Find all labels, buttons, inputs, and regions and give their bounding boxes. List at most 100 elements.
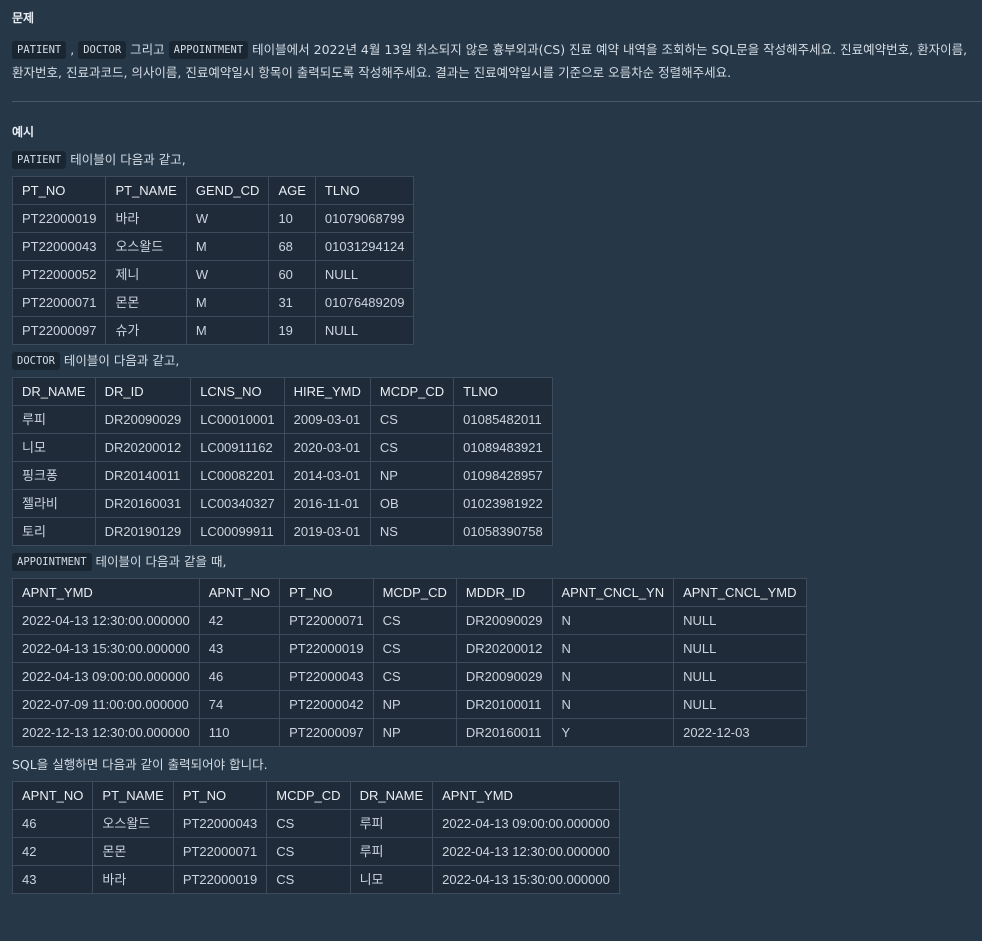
table-row: PT22000097 슈가 M 19 NULL xyxy=(11,316,415,345)
intro-text: 테이블이 다음과 같고, xyxy=(63,353,180,368)
table-header-row: PT_NO PT_NAME GEND_CD AGE TLNO xyxy=(11,176,415,205)
column-header: MDDR_ID xyxy=(455,578,553,607)
table-cell: 10 xyxy=(268,204,316,233)
table-cell: 2022-04-13 09:00:00.000000 xyxy=(432,809,620,838)
table-cell: 2019-03-01 xyxy=(283,517,371,546)
table-cell: CS xyxy=(372,606,457,635)
column-header: GEND_CD xyxy=(185,176,270,205)
code-tag-doctor: DOCTOR xyxy=(78,41,127,59)
table-header-row: APNT_NO PT_NAME PT_NO MCDP_CD DR_NAME APNT_YM… xyxy=(11,781,620,810)
table-cell: 바라 xyxy=(105,204,187,233)
table-cell: 니모 xyxy=(349,865,434,894)
table-cell: 2014-03-01 xyxy=(283,461,371,490)
table-cell: 19 xyxy=(268,316,316,345)
table-row: 니모 DR20200012 LC00911162 2020-03-01 CS 010894… xyxy=(12,433,553,462)
table-cell: PT22000097 xyxy=(279,718,374,747)
column-header: MCDP_CD xyxy=(266,781,351,810)
table-cell: DR20090029 xyxy=(455,606,553,635)
table-cell: DR20140011 xyxy=(94,461,192,490)
table-cell: M xyxy=(185,232,270,261)
table-cell: 바라 xyxy=(92,865,174,894)
column-header: MCDP_CD xyxy=(369,377,455,406)
table-cell: 42 xyxy=(198,606,281,635)
table-cell: 루피 xyxy=(12,405,96,434)
column-header: PT_NAME xyxy=(105,176,187,205)
table-cell: PT22000043 xyxy=(279,662,374,691)
table-cell: M xyxy=(185,288,270,317)
table-cell: LC00911162 xyxy=(190,433,285,462)
doctor-table-intro: DOCTOR 테이블이 다음과 같고, xyxy=(12,349,982,373)
table-header-row: APNT_YMD APNT_NO PT_NO MCDP_CD MDDR_ID APNT_C… xyxy=(12,578,807,607)
table-cell: NS xyxy=(369,517,455,546)
table-cell: 2022-12-13 12:30:00.000000 xyxy=(12,718,200,747)
table-cell: PT22000071 xyxy=(11,288,107,317)
table-cell: 01089483921 xyxy=(453,433,553,462)
table-cell: 2022-04-13 15:30:00.000000 xyxy=(432,865,620,894)
table-cell: LC00082201 xyxy=(190,461,285,490)
problem-description: PATIENT , DOCTOR 그리고 APPOINTMENT 테이블에서 2… xyxy=(12,38,982,84)
table-cell: 01098428957 xyxy=(453,461,553,490)
doctor-table: DR_NAME DR_ID LCNS_NO HIRE_YMD MCDP_CD TLNO 루피… xyxy=(12,377,553,546)
table-cell: 2009-03-01 xyxy=(283,405,371,434)
table-cell: M xyxy=(185,316,270,345)
problem-text-line-1: 테이블에서 2022년 4월 13일 취소되지 않은 흉부외과(CS) 진료 예… xyxy=(252,42,968,57)
column-header: HIRE_YMD xyxy=(283,377,371,406)
table-row: 2022-04-13 15:30:00.000000 43 PT22000019 CS… xyxy=(12,634,807,663)
code-tag-patient: PATIENT xyxy=(12,151,67,169)
table-cell: CS xyxy=(372,662,457,691)
table-cell: NULL xyxy=(314,316,415,345)
problem-line-1: PATIENT , DOCTOR 그리고 APPOINTMENT 테이블에서 2… xyxy=(12,38,982,61)
table-cell: 2022-04-13 12:30:00.000000 xyxy=(432,837,620,866)
table-cell: 01076489209 xyxy=(314,288,415,317)
table-cell: CS xyxy=(372,634,457,663)
result-table: APNT_NO PT_NAME PT_NO MCDP_CD DR_NAME APNT_YM… xyxy=(11,781,620,894)
column-header: MCDP_CD xyxy=(372,578,457,607)
table-cell: 43 xyxy=(11,865,94,894)
table-cell: LC00010001 xyxy=(190,405,285,434)
table-cell: N xyxy=(551,606,675,635)
column-header: APNT_NO xyxy=(11,781,94,810)
table-cell: PT22000071 xyxy=(172,837,268,866)
column-header: APNT_YMD xyxy=(432,781,620,810)
table-cell: 42 xyxy=(11,837,94,866)
table-cell: NULL xyxy=(673,690,807,719)
table-cell: 오스왈드 xyxy=(92,809,174,838)
table-cell: 46 xyxy=(11,809,94,838)
table-cell: NULL xyxy=(673,606,807,635)
column-header: PT_NAME xyxy=(92,781,174,810)
table-cell: DR20090029 xyxy=(94,405,192,434)
table-header-row: DR_NAME DR_ID LCNS_NO HIRE_YMD MCDP_CD TLNO xyxy=(12,377,553,406)
table-row: 젤라비 DR20160031 LC00340327 2016-11-01 OB 01023… xyxy=(12,489,553,518)
conjunction-text: 그리고 xyxy=(130,42,165,57)
table-cell: OB xyxy=(369,489,455,518)
table-cell: 핑크퐁 xyxy=(12,461,96,490)
patient-table-intro: PATIENT 테이블이 다음과 같고, xyxy=(12,148,982,172)
column-header: PT_NO xyxy=(279,578,374,607)
table-cell: 몬몬 xyxy=(105,288,187,317)
table-cell: PT22000043 xyxy=(11,232,107,261)
problem-page: 문제 PATIENT , DOCTOR 그리고 APPOINTMENT 테이블에… xyxy=(0,0,982,894)
table-cell: 오스왈드 xyxy=(105,232,187,261)
column-header: PT_NO xyxy=(172,781,268,810)
table-cell: 46 xyxy=(198,662,281,691)
column-header: LCNS_NO xyxy=(190,377,285,406)
table-cell: 몬몬 xyxy=(92,837,174,866)
separator-comma: , xyxy=(70,42,75,57)
problem-line-2: 환자번호, 진료과코드, 의사이름, 진료예약일시 항목이 출력되도록 작성해주… xyxy=(12,65,732,80)
table-cell: 01023981922 xyxy=(453,489,553,518)
code-tag-patient: PATIENT xyxy=(12,41,67,59)
table-cell: CS xyxy=(369,433,455,462)
table-row: PT22000019 바라 W 10 01079068799 xyxy=(11,204,415,233)
table-cell: PT22000097 xyxy=(11,316,107,345)
column-header: DR_NAME xyxy=(349,781,434,810)
table-cell: 43 xyxy=(198,634,281,663)
example-heading: 예시 xyxy=(12,125,35,139)
table-cell: 루피 xyxy=(349,837,434,866)
column-header: TLNO xyxy=(314,176,415,205)
table-row: 2022-04-13 09:00:00.000000 46 PT22000043 CS… xyxy=(12,662,807,691)
table-cell: CS xyxy=(266,865,351,894)
table-cell: 2022-04-13 09:00:00.000000 xyxy=(12,662,200,691)
column-header: APNT_CNCL_YN xyxy=(551,578,675,607)
table-cell: PT22000019 xyxy=(279,634,374,663)
table-cell: N xyxy=(551,662,675,691)
